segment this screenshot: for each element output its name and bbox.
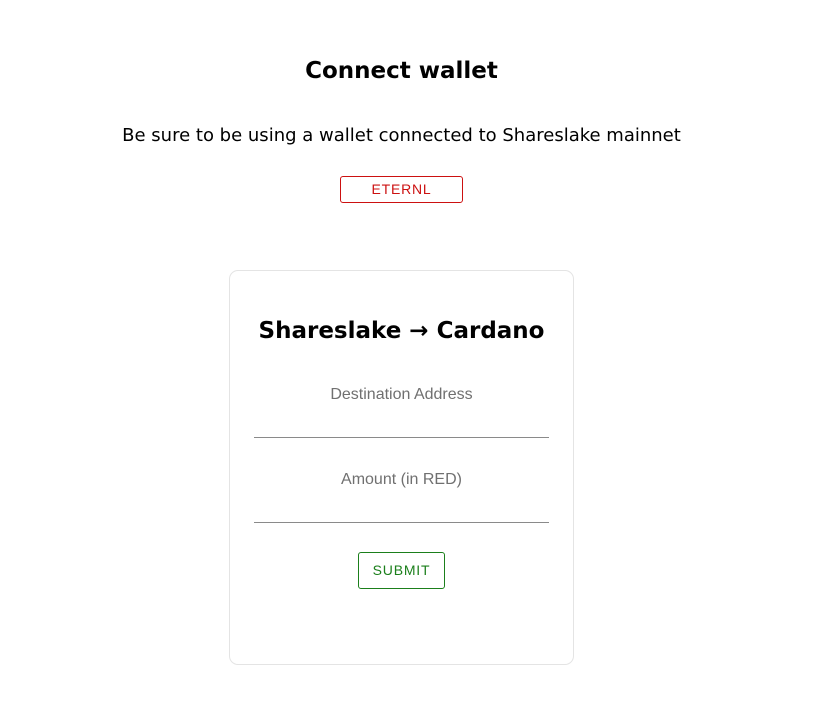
bridge-form-title: Shareslake → Cardano [258, 318, 545, 344]
submit-button[interactable]: SUBMIT [358, 552, 445, 589]
wallet-instructions: Be sure to be using a wallet connected t… [122, 125, 681, 146]
amount-input[interactable] [254, 493, 549, 523]
amount-label: Amount (in RED) [341, 471, 462, 488]
destination-address-label: Destination Address [330, 386, 473, 403]
destination-address-input[interactable] [254, 408, 549, 438]
page-title: Connect wallet [305, 58, 498, 84]
eternl-wallet-button[interactable]: ETERNL [340, 176, 463, 203]
bridge-form-card: Shareslake → Cardano Destination Address… [229, 270, 574, 665]
